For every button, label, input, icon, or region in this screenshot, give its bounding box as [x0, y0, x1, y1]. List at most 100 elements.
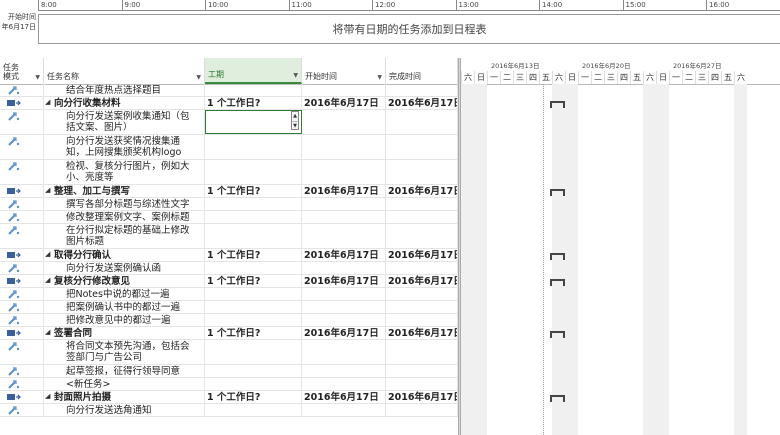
task-row[interactable]: 向分行发送案例确认函	[0, 262, 458, 275]
start-cell[interactable]: 2016年6月17日	[302, 97, 386, 109]
task-mode-cell[interactable]	[0, 211, 44, 223]
task-name-cell[interactable]: 把案例确认书中的都过一遍	[44, 301, 205, 313]
task-name-cell[interactable]: ◢ 取得分行确认	[44, 249, 205, 261]
finish-cell[interactable]: 2016年6月17日	[386, 391, 458, 403]
finish-cell[interactable]	[386, 340, 458, 364]
duration-cell[interactable]	[205, 314, 302, 326]
summary-task-row[interactable]: ◢ 封面照片拍摄 1 个工作日? 2016年6月17日 2016年6月17日	[0, 391, 458, 404]
task-mode-cell[interactable]	[0, 378, 44, 390]
duration-spinner[interactable]: ▲ ▼	[291, 111, 299, 130]
timeline-bar[interactable]: 将带有日期的任务添加到日程表	[38, 14, 780, 44]
task-row[interactable]: 向分行发送获奖情况搜集通知，上网搜集颁奖机构logo	[0, 135, 458, 160]
task-name-cell[interactable]: 向分行发送选角通知	[44, 404, 205, 416]
summary-task-row[interactable]: ◢ 签署合同 1 个工作日? 2016年6月17日 2016年6月17日	[0, 327, 458, 340]
duration-cell[interactable]	[205, 135, 302, 159]
start-cell[interactable]	[302, 340, 386, 364]
task-name-cell[interactable]: 向分行发送案例收集通知（包括文案、图片）	[44, 110, 205, 134]
task-row[interactable]: 把Notes中说的都过一遍	[0, 288, 458, 301]
duration-cell[interactable]	[205, 262, 302, 274]
task-mode-cell[interactable]	[0, 340, 44, 364]
finish-cell[interactable]	[386, 314, 458, 326]
task-name-cell[interactable]: 修改整理案例文字、案例标题	[44, 211, 205, 223]
task-name-cell[interactable]: 向分行发送获奖情况搜集通知，上网搜集颁奖机构logo	[44, 135, 205, 159]
task-name-cell[interactable]: ◢ 整理、加工与撰写	[44, 185, 205, 197]
finish-cell[interactable]: 2016年6月17日	[386, 275, 458, 287]
start-cell[interactable]	[302, 224, 386, 248]
task-mode-cell[interactable]	[0, 185, 44, 197]
col-header-name[interactable]: 任务名称 ▼	[44, 58, 205, 84]
finish-cell[interactable]	[386, 365, 458, 377]
start-cell[interactable]	[302, 365, 386, 377]
task-row[interactable]: 起草签报，征得行领导同意	[0, 365, 458, 378]
duration-cell[interactable]	[205, 84, 302, 96]
task-name-cell[interactable]: 把修改意见中的都过一遍	[44, 314, 205, 326]
collapse-triangle-icon[interactable]: ◢	[45, 98, 50, 106]
finish-cell[interactable]	[386, 211, 458, 223]
task-mode-cell[interactable]	[0, 84, 44, 96]
task-row[interactable]: 撰写各部分标题与综述性文字	[0, 198, 458, 211]
duration-cell[interactable]: 1 个工作日?	[205, 275, 302, 287]
task-mode-cell[interactable]	[0, 262, 44, 274]
task-name-cell[interactable]: 撰写各部分标题与综述性文字	[44, 198, 205, 210]
task-row[interactable]: 把案例确认书中的都过一遍	[0, 301, 458, 314]
duration-cell[interactable]	[205, 404, 302, 416]
duration-cell[interactable]	[205, 224, 302, 248]
summary-bar[interactable]	[550, 279, 565, 286]
duration-cell[interactable]: 1 个工作日?	[205, 97, 302, 109]
start-cell[interactable]: 2016年6月17日	[302, 327, 386, 339]
col-header-duration[interactable]: 工期 ▼	[205, 58, 302, 84]
summary-bar[interactable]	[550, 101, 565, 108]
start-cell[interactable]	[302, 110, 386, 134]
collapse-triangle-icon[interactable]: ◢	[45, 250, 50, 258]
finish-cell[interactable]	[386, 110, 458, 134]
start-cell[interactable]: 2016年6月17日	[302, 185, 386, 197]
task-name-cell[interactable]: 检视、复核分行图片，例如大小、亮度等	[44, 160, 205, 184]
task-mode-cell[interactable]	[0, 97, 44, 109]
task-name-cell[interactable]: 把Notes中说的都过一遍	[44, 288, 205, 300]
finish-cell[interactable]: 2016年6月17日	[386, 97, 458, 109]
duration-cell[interactable]: 1 个工作日?	[205, 185, 302, 197]
start-cell[interactable]: 2016年6月17日	[302, 391, 386, 403]
start-cell[interactable]	[302, 404, 386, 416]
summary-bar[interactable]	[550, 189, 565, 196]
finish-cell[interactable]: 2016年6月17日	[386, 185, 458, 197]
finish-cell[interactable]	[386, 404, 458, 416]
duration-cell[interactable]	[205, 288, 302, 300]
task-row[interactable]: 结合年度热点选择题目	[0, 84, 458, 97]
finish-cell[interactable]	[386, 160, 458, 184]
duration-cell[interactable]: 1 个工作日?	[205, 249, 302, 261]
task-row[interactable]: 检视、复核分行图片，例如大小、亮度等	[0, 160, 458, 185]
task-name-cell[interactable]: ◢ 向分行收集材料	[44, 97, 205, 109]
task-name-cell[interactable]: 将合同文本预先沟通，包括会签部门与广告公司	[44, 340, 205, 364]
duration-cell[interactable]	[205, 211, 302, 223]
finish-cell[interactable]: 2016年6月17日	[386, 249, 458, 261]
task-name-cell[interactable]: <新任务>	[44, 378, 205, 390]
task-name-cell[interactable]: 在分行拟定标题的基础上修改图片标题	[44, 224, 205, 248]
task-mode-cell[interactable]	[0, 301, 44, 313]
finish-cell[interactable]	[386, 262, 458, 274]
duration-cell[interactable]: 1 个工作日?	[205, 327, 302, 339]
task-sheet[interactable]: 任务 模式 ▼ 任务名称 ▼ 工期 ▼ 开始时间 ▼ 完成时间 结合年度热点选择…	[0, 58, 458, 435]
finish-cell[interactable]	[386, 198, 458, 210]
finish-cell[interactable]	[386, 84, 458, 96]
summary-bar[interactable]	[550, 331, 565, 338]
start-cell[interactable]	[302, 378, 386, 390]
task-mode-cell[interactable]	[0, 249, 44, 261]
start-cell[interactable]	[302, 301, 386, 313]
task-mode-cell[interactable]	[0, 288, 44, 300]
summary-task-row[interactable]: ◢ 取得分行确认 1 个工作日? 2016年6月17日 2016年6月17日	[0, 249, 458, 262]
finish-cell[interactable]	[386, 224, 458, 248]
task-mode-cell[interactable]	[0, 365, 44, 377]
duration-cell[interactable]	[205, 378, 302, 390]
collapse-triangle-icon[interactable]: ◢	[45, 276, 50, 284]
duration-cell[interactable]: 1 个工作日?	[205, 391, 302, 403]
collapse-triangle-icon[interactable]: ◢	[45, 328, 50, 336]
task-row[interactable]: 向分行发送案例收集通知（包括文案、图片） ▲ ▼	[0, 110, 458, 135]
start-cell[interactable]	[302, 288, 386, 300]
finish-cell[interactable]	[386, 378, 458, 390]
duration-cell[interactable]	[205, 365, 302, 377]
task-mode-cell[interactable]	[0, 391, 44, 403]
collapse-triangle-icon[interactable]: ◢	[45, 186, 50, 194]
task-name-cell[interactable]: ◢ 复核分行修改意见	[44, 275, 205, 287]
task-name-cell[interactable]: ◢ 签署合同	[44, 327, 205, 339]
